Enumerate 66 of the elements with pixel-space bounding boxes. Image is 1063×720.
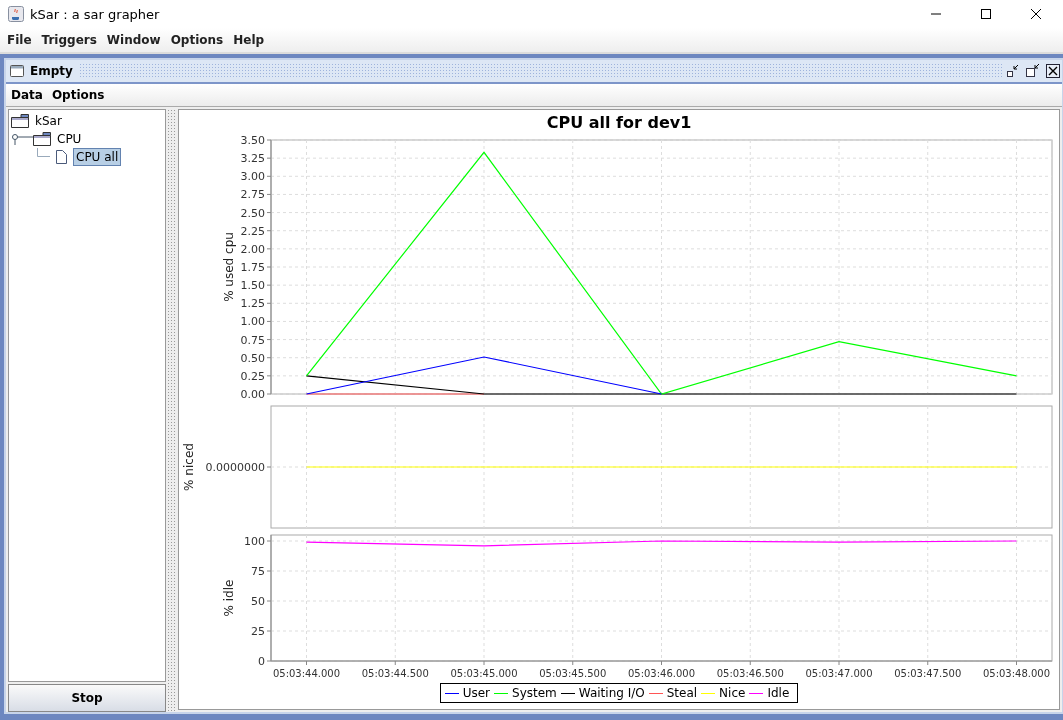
axis-tick-label: 1.25	[240, 297, 265, 311]
window-title: kSar : a sar grapher	[30, 6, 161, 22]
axis-tick-label: 75	[251, 565, 265, 578]
axis-tick-label: 50	[251, 595, 265, 608]
axis-tick-label: 2.25	[240, 224, 265, 238]
menu-item[interactable]: Data	[6, 88, 47, 102]
splitter-handle[interactable]	[168, 109, 176, 712]
axis-tick-label: 05:03:48.000	[982, 668, 1051, 679]
axis-label: % niced	[182, 443, 196, 491]
axis-tick-label: 05:03:46.000	[627, 668, 696, 679]
axis-tick-label: 25	[251, 625, 265, 638]
axis-tick-label: 1.75	[240, 261, 265, 274]
legend-label: Waiting I/O	[578, 686, 645, 700]
restore-button[interactable]	[1024, 62, 1042, 80]
restore-icon	[1025, 63, 1041, 79]
app-icon	[8, 6, 24, 22]
axis-tick-label: 3.50	[240, 134, 265, 147]
axis-tick-label: 05:03:46.500	[716, 668, 784, 679]
axis-tick-label: 05:03:44.500	[361, 668, 429, 679]
folder-icon	[11, 114, 29, 128]
expanded-handle-icon[interactable]	[11, 133, 33, 145]
tree-item[interactable]: CPU	[54, 130, 85, 148]
axis-tick-label: 2.00	[240, 242, 265, 256]
axis-tick-label: 0	[258, 655, 265, 668]
axis-tick-label: 05:03:45.000	[450, 668, 518, 679]
stop-button[interactable]: Stop	[8, 684, 166, 712]
axis-tick-label: 05:03:47.500	[894, 668, 962, 679]
menu-item[interactable]: Triggers	[36, 33, 102, 47]
legend-label: System	[512, 686, 557, 700]
axis-tick-label: 1.00	[240, 315, 265, 329]
axis-tick-label: 0.00	[240, 388, 265, 400]
axis-tick-label: 0.25	[240, 369, 265, 383]
legend-label: Idle	[767, 686, 790, 700]
legend-label: Steal	[666, 686, 698, 700]
minimize-icon	[1005, 63, 1021, 79]
tree-line	[37, 148, 50, 157]
close-button[interactable]	[1044, 62, 1062, 80]
menu-item[interactable]: Options	[165, 33, 229, 47]
menu-item[interactable]: File	[2, 33, 37, 47]
axis-label: % idle	[222, 579, 236, 617]
maximize-icon	[980, 8, 992, 20]
axis-label: % used cpu	[222, 232, 236, 302]
window-icon	[9, 63, 25, 79]
close-icon	[1030, 8, 1042, 20]
menu-item[interactable]: Options	[46, 88, 109, 102]
menu-item[interactable]: Help	[228, 33, 270, 47]
axis-tick-label: 0.75	[240, 333, 265, 347]
axis-tick-label: 1.50	[240, 279, 265, 293]
axis-tick-label: 05:03:47.000	[805, 668, 873, 679]
axis-tick-label: 100	[244, 535, 265, 548]
frame-title: Empty	[30, 64, 73, 78]
tree-item[interactable]: CPU all	[73, 148, 122, 166]
legend-label: Nice	[719, 686, 746, 700]
tree-item[interactable]: kSar	[32, 112, 65, 130]
axis-tick-label: 05:03:44.000	[272, 668, 341, 679]
axis-tick-label: 05:03:45.500	[539, 668, 607, 679]
axis-tick-label: 0.50	[240, 351, 265, 365]
axis-tick-label: 0.0000000	[205, 461, 265, 474]
axis-tick-label: 3.25	[240, 152, 265, 166]
axis-tick-label: 2.75	[240, 188, 265, 202]
legend-label: User	[462, 686, 491, 700]
chart-title: CPU all for dev1	[546, 113, 692, 132]
axis-tick-label: 3.00	[240, 170, 265, 184]
menu-item[interactable]: Window	[101, 33, 166, 47]
axis-tick-label: 2.50	[240, 206, 265, 220]
folder-icon	[33, 132, 51, 146]
